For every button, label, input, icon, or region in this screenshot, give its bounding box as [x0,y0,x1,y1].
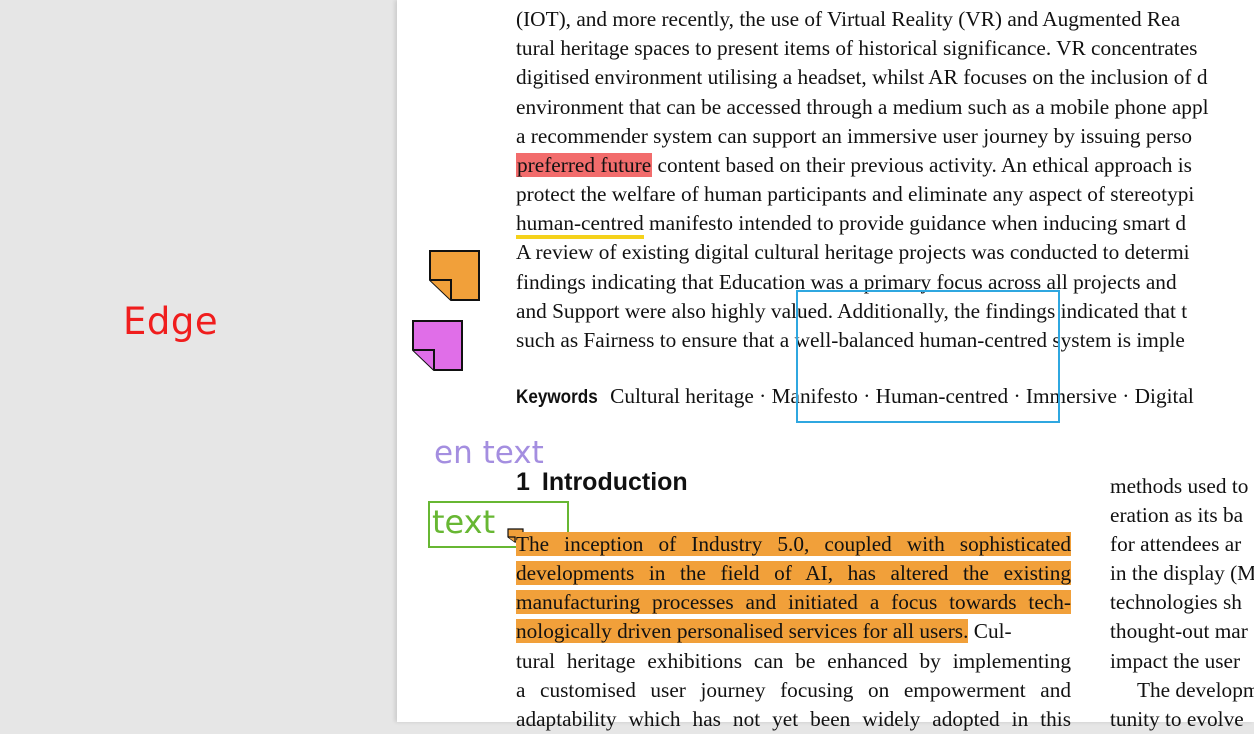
right-column-line: thought-out mar [1110,619,1248,643]
intro-line: tural heritage exhibitions can be enhanc… [516,649,1071,673]
green-text-annotation[interactable]: text [432,503,495,541]
orange-highlight[interactable]: manufacturing processes and initiated a … [516,590,1071,614]
red-highlight[interactable]: preferred future [516,153,653,177]
right-column-line: technologies sh [1110,590,1242,614]
intro-line: The inception of Industry 5.0, coupled w… [516,530,1071,559]
abstract-line: environment that can be accessed through… [516,95,1209,119]
abstract-line: preferred future content based on their … [516,151,1192,180]
abstract-line: human-centred manifesto intended to prov… [516,209,1187,239]
right-column-line: methods used to [1110,474,1249,498]
intro-line: nologically driven personalised services… [516,617,1012,646]
abstract-line: (IOT), and more recently, the use of Vir… [516,7,1181,31]
keywords-label: Keywords [516,387,598,408]
abstract-text: content based on their previous activity… [652,153,1192,177]
right-column-line: The developm [1137,678,1254,702]
yellow-underline-annotation[interactable]: human-centred [516,211,644,239]
sidebar-panel: Edge [0,0,397,722]
abstract-line: tural heritage spaces to present items o… [516,36,1198,60]
right-column-line: eration as its ba [1110,503,1244,527]
section-title: Introduction [541,468,688,496]
right-column-line: tunity to evolve [1110,707,1244,731]
intro-line: adaptability which has not yet been wide… [516,707,1071,731]
right-column-line: impact the user [1110,649,1241,673]
intro-text: Cul- [968,619,1012,643]
orange-highlight[interactable]: nologically driven personalised services… [516,619,969,643]
edge-label: Edge [123,300,219,343]
abstract-line: A review of existing digital cultural he… [516,240,1190,264]
blue-rectangle-annotation[interactable] [796,290,1060,423]
orange-highlight[interactable]: The inception of Industry 5.0, coupled w… [516,532,1071,556]
intro-line: manufacturing processes and initiated a … [516,588,1071,617]
orange-highlight[interactable]: developments in the field of AI, has alt… [516,561,1071,585]
section-number: 1 [516,468,530,496]
right-column-line: for attendees ar [1110,532,1242,556]
orange-sticky-note-icon[interactable] [429,250,481,302]
abstract-line: a recommender system can support an imme… [516,124,1193,148]
abstract-text: manifesto intended to provide guidance w… [643,211,1187,235]
right-column-line: in the display (M [1110,561,1254,585]
section-heading: 1 Introduction [516,468,688,497]
abstract-line: protect the welfare of human participant… [516,182,1195,206]
magenta-sticky-note-icon[interactable] [412,320,464,372]
abstract-line: digitised environment utilising a headse… [516,65,1208,89]
intro-line: a customised user journey focusing on em… [516,678,1071,702]
intro-line: developments in the field of AI, has alt… [516,559,1071,588]
purple-text-annotation[interactable]: en text [434,435,544,471]
